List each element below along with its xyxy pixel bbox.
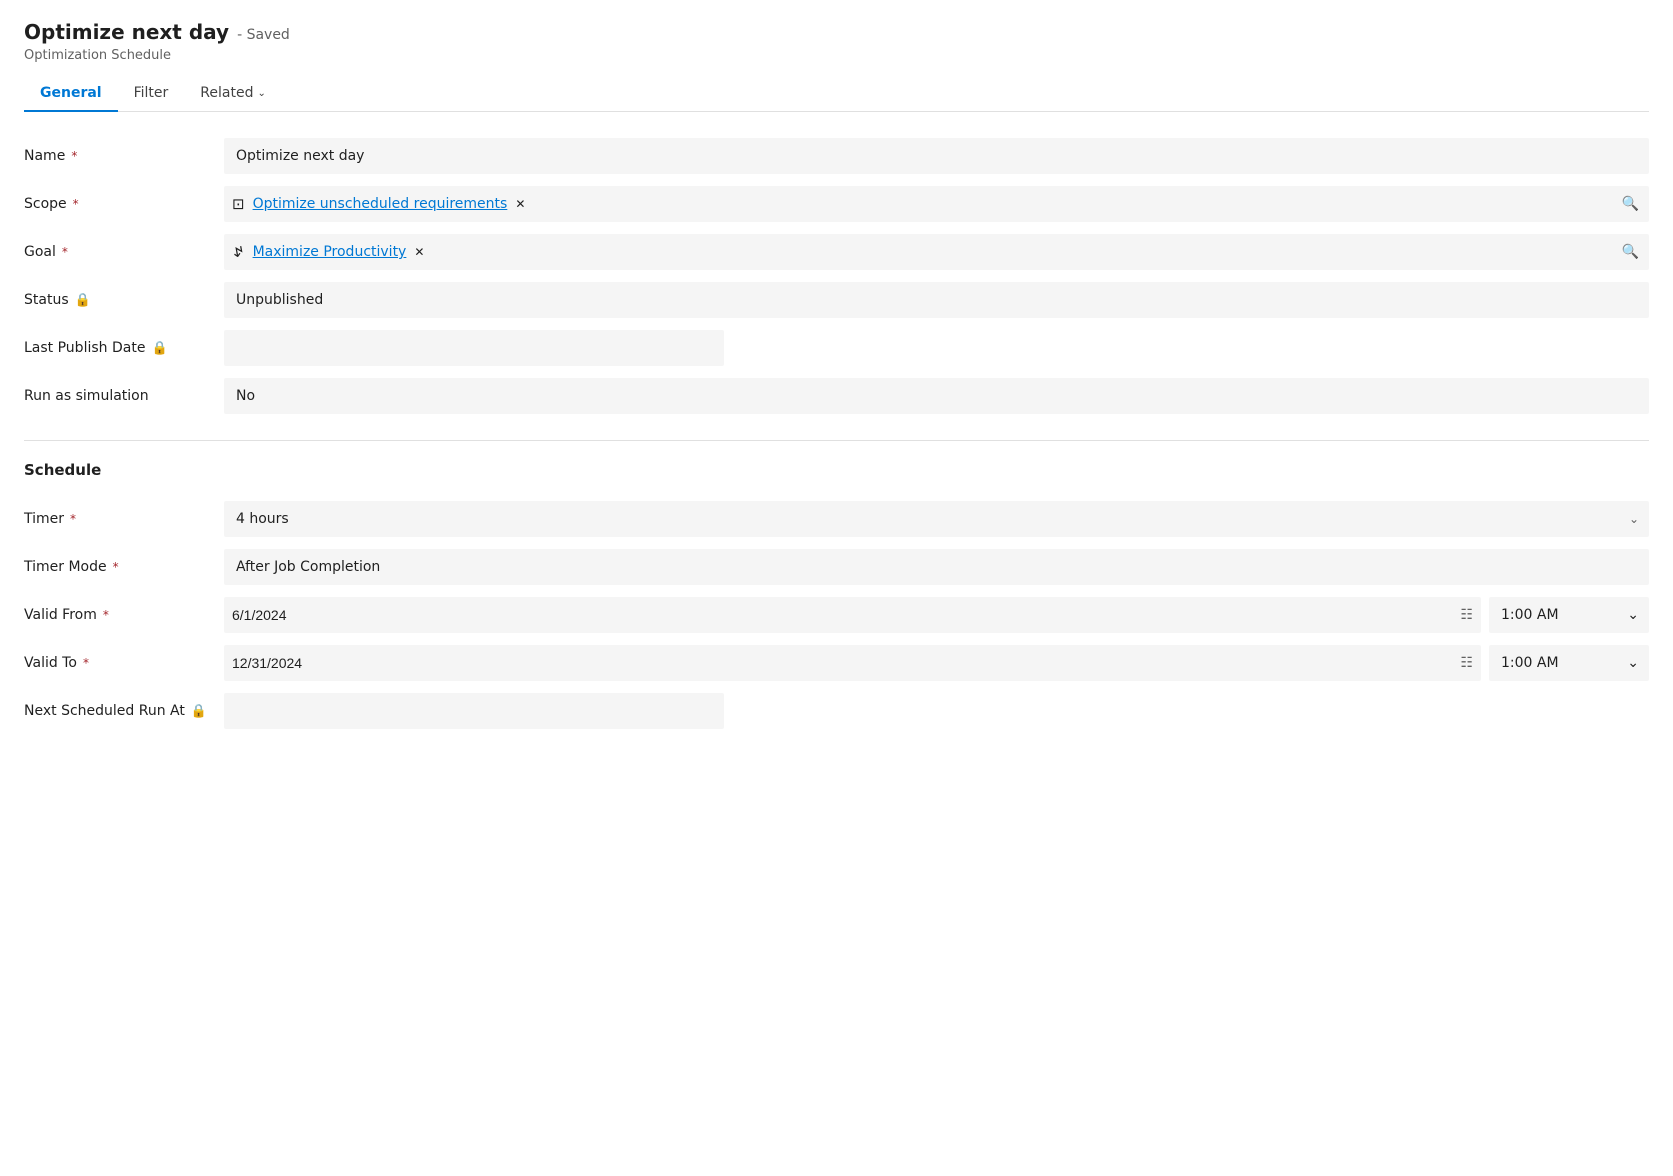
scope-input[interactable]: ⊡ Optimize unscheduled requirements ✕ 🔍 (224, 186, 1649, 222)
valid-from-time-dropdown[interactable]: 1:00 AM ⌄ (1489, 597, 1649, 633)
name-row: Name * Optimize next day (24, 132, 1649, 180)
name-required-star: * (71, 149, 77, 163)
name-label: Name * (24, 148, 224, 164)
run-as-simulation-row: Run as simulation No (24, 372, 1649, 420)
valid-to-time-value: 1:00 AM (1501, 655, 1559, 671)
scope-entity-icon: ⊡ (232, 195, 245, 213)
tab-related[interactable]: Related ⌄ (184, 75, 282, 111)
name-field[interactable]: Optimize next day (224, 138, 1649, 174)
valid-to-datetime: ☷ 1:00 AM ⌄ (224, 645, 1649, 681)
valid-to-calendar-icon[interactable]: ☷ (1460, 655, 1473, 671)
valid-to-date-text[interactable] (232, 655, 1452, 671)
next-scheduled-run-label: Next Scheduled Run At 🔒 (24, 703, 224, 719)
scope-remove-button[interactable]: ✕ (515, 197, 525, 211)
run-as-simulation-field[interactable]: No (224, 378, 1649, 414)
valid-to-date-input[interactable]: ☷ (224, 645, 1481, 681)
timer-label: Timer * (24, 511, 224, 527)
scope-label: Scope * (24, 196, 224, 212)
valid-from-time-value: 1:00 AM (1501, 607, 1559, 623)
valid-from-datetime: ☷ 1:00 AM ⌄ (224, 597, 1649, 633)
last-publish-date-label: Last Publish Date 🔒 (24, 340, 224, 356)
tab-filter-label: Filter (134, 85, 169, 101)
status-label: Status 🔒 (24, 292, 224, 308)
goal-remove-button[interactable]: ✕ (414, 245, 424, 259)
last-publish-date-lock-icon: 🔒 (151, 341, 167, 356)
timer-chevron-icon: ⌄ (1629, 512, 1639, 526)
scope-required-star: * (73, 197, 79, 211)
general-section: Name * Optimize next day Scope * ⊡ Optim… (24, 112, 1649, 441)
valid-from-field[interactable]: ☷ 1:00 AM ⌄ (224, 597, 1649, 633)
scope-row: Scope * ⊡ Optimize unscheduled requireme… (24, 180, 1649, 228)
chevron-down-icon: ⌄ (257, 88, 265, 99)
status-row: Status 🔒 Unpublished (24, 276, 1649, 324)
scope-search-icon[interactable]: 🔍 (1622, 196, 1639, 212)
schedule-section-title: Schedule (24, 461, 1649, 479)
valid-to-label: Valid To * (24, 655, 224, 671)
tab-bar: General Filter Related ⌄ (24, 75, 1649, 112)
goal-row: Goal * ↯ Maximize Productivity ✕ 🔍 (24, 228, 1649, 276)
valid-from-date-input[interactable]: ☷ (224, 597, 1481, 633)
valid-to-time-dropdown[interactable]: 1:00 AM ⌄ (1489, 645, 1649, 681)
valid-from-time-chevron-icon: ⌄ (1627, 607, 1639, 623)
valid-to-time-chevron-icon: ⌄ (1627, 655, 1639, 671)
valid-from-date-text[interactable] (232, 607, 1452, 623)
tab-general-label: General (40, 85, 102, 101)
valid-to-row: Valid To * ☷ 1:00 AM ⌄ (24, 639, 1649, 687)
run-as-simulation-input[interactable]: No (224, 378, 1649, 414)
goal-entity-icon: ↯ (232, 243, 245, 261)
valid-from-calendar-icon[interactable]: ☷ (1460, 607, 1473, 623)
page-header: Optimize next day - Saved Optimization S… (24, 20, 1649, 63)
page-saved-label: - Saved (237, 27, 290, 43)
timer-mode-input[interactable]: After Job Completion (224, 549, 1649, 585)
valid-to-field[interactable]: ☷ 1:00 AM ⌄ (224, 645, 1649, 681)
last-publish-date-row: Last Publish Date 🔒 (24, 324, 1649, 372)
status-field: Unpublished (224, 282, 1649, 318)
tab-related-label: Related (200, 85, 253, 101)
goal-required-star: * (62, 245, 68, 259)
timer-mode-row: Timer Mode * After Job Completion (24, 543, 1649, 591)
timer-required-star: * (70, 512, 76, 526)
timer-mode-field[interactable]: After Job Completion (224, 549, 1649, 585)
timer-mode-label: Timer Mode * (24, 559, 224, 575)
timer-mode-required-star: * (113, 560, 119, 574)
timer-field[interactable]: 4 hours ⌄ (224, 501, 1649, 537)
timer-dropdown[interactable]: 4 hours ⌄ (224, 501, 1649, 537)
tab-general[interactable]: General (24, 75, 118, 111)
next-scheduled-run-lock-icon: 🔒 (191, 704, 207, 719)
page-title: Optimize next day (24, 20, 229, 44)
valid-from-row: Valid From * ☷ 1:00 AM ⌄ (24, 591, 1649, 639)
goal-label: Goal * (24, 244, 224, 260)
last-publish-date-field (224, 330, 1649, 366)
valid-from-label: Valid From * (24, 607, 224, 623)
valid-to-required-star: * (83, 656, 89, 670)
last-publish-date-value (224, 330, 724, 366)
timer-row: Timer * 4 hours ⌄ (24, 495, 1649, 543)
status-lock-icon: 🔒 (75, 293, 91, 308)
scope-field[interactable]: ⊡ Optimize unscheduled requirements ✕ 🔍 (224, 186, 1649, 222)
valid-from-required-star: * (103, 608, 109, 622)
goal-search-icon[interactable]: 🔍 (1622, 244, 1639, 260)
goal-input[interactable]: ↯ Maximize Productivity ✕ 🔍 (224, 234, 1649, 270)
name-input[interactable]: Optimize next day (224, 138, 1649, 174)
run-as-simulation-label: Run as simulation (24, 388, 224, 404)
next-scheduled-run-row: Next Scheduled Run At 🔒 (24, 687, 1649, 735)
tab-filter[interactable]: Filter (118, 75, 185, 111)
scope-tag-link[interactable]: Optimize unscheduled requirements (253, 196, 508, 212)
page-subtitle: Optimization Schedule (24, 48, 1649, 63)
goal-tag-link[interactable]: Maximize Productivity (253, 244, 407, 260)
goal-field[interactable]: ↯ Maximize Productivity ✕ 🔍 (224, 234, 1649, 270)
status-value: Unpublished (224, 282, 1649, 318)
next-scheduled-run-field (224, 693, 1649, 729)
next-scheduled-run-value (224, 693, 724, 729)
schedule-section: Schedule Timer * 4 hours ⌄ Timer Mode * (24, 441, 1649, 755)
